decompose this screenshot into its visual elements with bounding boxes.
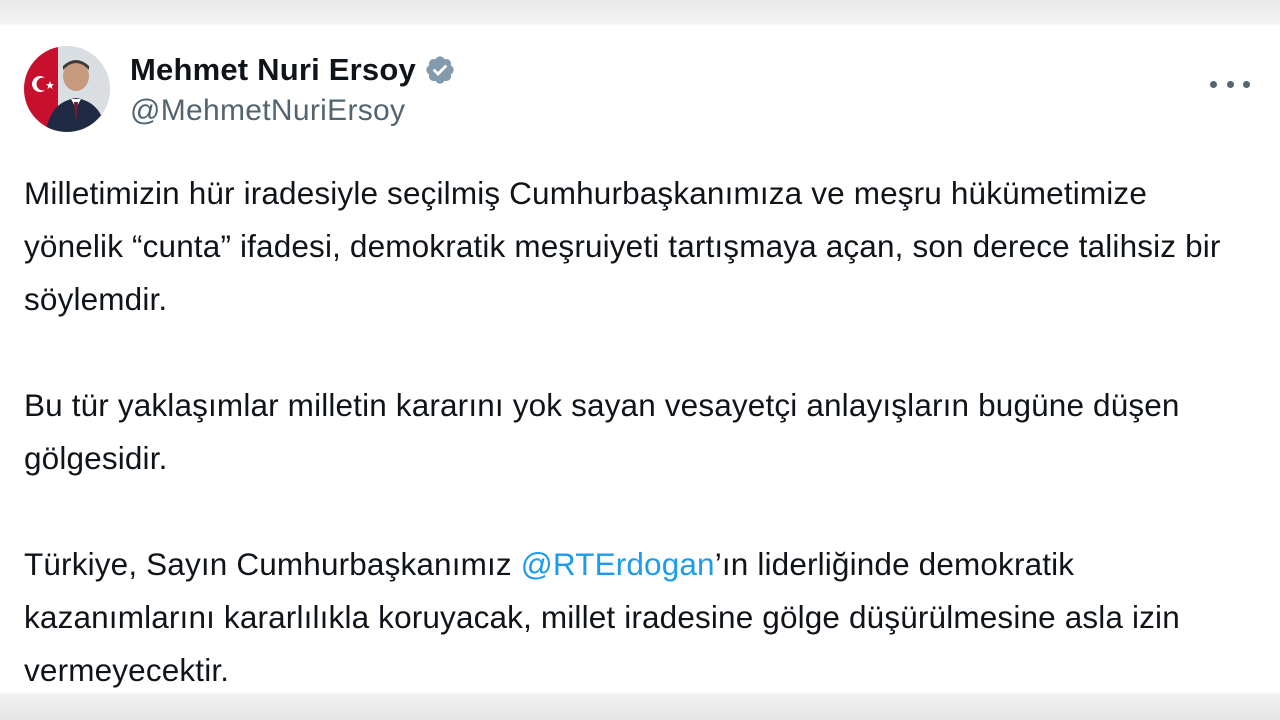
- avatar-image: [24, 46, 110, 132]
- tweet-paragraph-3: Türkiye, Sayın Cumhurbaşkanımız @RTErdog…: [24, 538, 1254, 697]
- avatar[interactable]: [24, 46, 110, 132]
- paragraph-3-lead: Türkiye, Sayın Cumhurbaşkanımız: [24, 546, 521, 582]
- more-dot: [1210, 80, 1217, 88]
- mention-link[interactable]: @RTErdogan: [521, 546, 715, 582]
- tweet-text: Milletimizin hür iradesiyle seçilmiş Cum…: [24, 167, 1254, 697]
- display-name-row: Mehmet Nuri Ersoy: [130, 50, 456, 90]
- more-options-icon[interactable]: [1210, 72, 1250, 96]
- screenshot-frame: Mehmet Nuri Ersoy @MehmetNuriErsoy Mille…: [0, 0, 1280, 720]
- tweet-paragraph-1: Milletimizin hür iradesiyle seçilmiş Cum…: [24, 175, 1221, 317]
- author-info: Mehmet Nuri Ersoy @MehmetNuriErsoy: [130, 50, 456, 128]
- more-dot: [1243, 80, 1250, 88]
- author-handle[interactable]: @MehmetNuriErsoy: [130, 94, 456, 128]
- more-dot: [1226, 80, 1234, 88]
- display-name[interactable]: Mehmet Nuri Ersoy: [130, 52, 416, 88]
- tweet-header: Mehmet Nuri Ersoy @MehmetNuriErsoy: [24, 46, 1256, 136]
- tweet-paragraph-2: Bu tür yaklaşımlar milletin kararını yok…: [24, 387, 1180, 476]
- verified-badge-icon: [424, 54, 456, 86]
- tweet-card: Mehmet Nuri Ersoy @MehmetNuriErsoy Mille…: [0, 26, 1280, 692]
